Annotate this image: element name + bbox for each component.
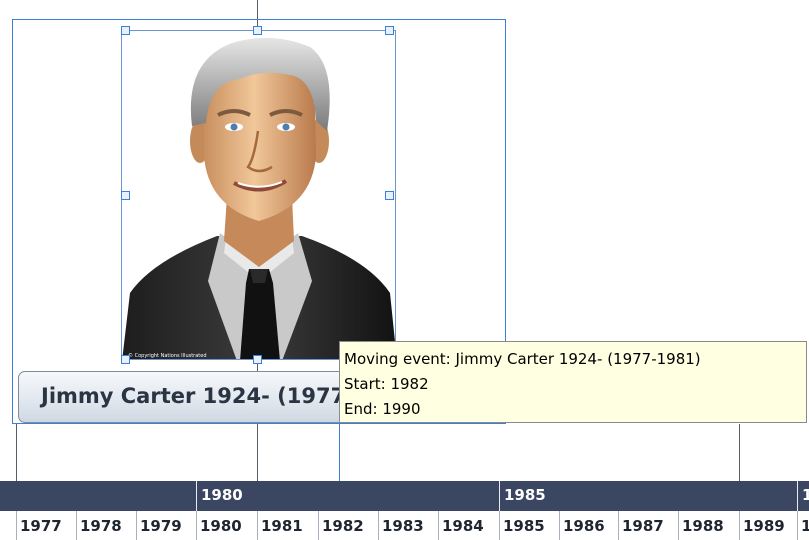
resize-handle-bottom-left[interactable]	[121, 355, 130, 364]
resize-handle-top-left[interactable]	[121, 26, 130, 35]
year-cell: 1977	[16, 511, 62, 540]
timeline-marker-1977	[16, 424, 17, 482]
year-cell: 1979	[136, 511, 182, 540]
major-label-1985: 1985	[499, 481, 797, 511]
year-cell: 1985	[499, 511, 545, 540]
year-cell: 1	[797, 511, 809, 540]
year-cell: 1981	[257, 511, 303, 540]
major-label-1980: 1980	[196, 481, 499, 511]
resize-handle-middle-left[interactable]	[121, 191, 130, 200]
year-cell: 1986	[559, 511, 605, 540]
major-label-next: 1	[797, 481, 809, 511]
timeline-marker-1989	[739, 424, 740, 482]
resize-handle-top-center[interactable]	[253, 26, 262, 35]
year-cell: 1984	[438, 511, 484, 540]
year-cell: 1980	[196, 511, 242, 540]
move-tooltip: Moving event: Jimmy Carter 1924- (1977-1…	[339, 341, 807, 423]
tooltip-moving-event: Moving event: Jimmy Carter 1924- (1977-1…	[344, 350, 701, 368]
timeline-year-scale[interactable]: 1977 1978 1979 1980 1981 1982 1983 1984 …	[0, 511, 809, 540]
portrait-credit: © Copyright Nations Illustrated	[128, 352, 207, 359]
year-cell: 1987	[618, 511, 664, 540]
event-portrait-image[interactable]: © Copyright Nations Illustrated	[121, 30, 396, 360]
resize-handle-bottom-center[interactable]	[253, 355, 262, 364]
year-cell: 1983	[378, 511, 424, 540]
resize-handle-middle-right[interactable]	[385, 191, 394, 200]
timeline-major-scale[interactable]: 1980 1985 1	[0, 481, 809, 511]
year-cell: 1989	[739, 511, 785, 540]
year-cell: 1988	[678, 511, 724, 540]
year-cell: 1982	[318, 511, 364, 540]
resize-handle-top-right[interactable]	[385, 26, 394, 35]
portrait-illustration: © Copyright Nations Illustrated	[122, 37, 395, 359]
tooltip-end: End: 1990	[344, 400, 421, 418]
year-cell: 1978	[76, 511, 122, 540]
tooltip-start: Start: 1982	[344, 375, 429, 393]
